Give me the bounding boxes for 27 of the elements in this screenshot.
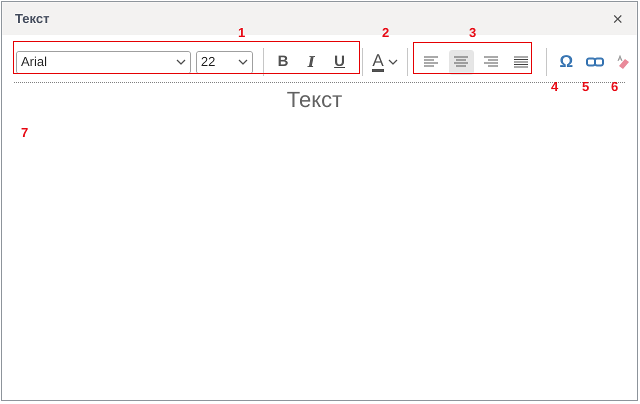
- annotation-number: 7: [21, 126, 28, 139]
- caret-icon: [176, 59, 186, 65]
- align-justify-icon: [513, 56, 530, 68]
- caret-icon: [238, 59, 248, 65]
- align-center-icon: [453, 56, 470, 68]
- italic-button[interactable]: I: [297, 48, 326, 76]
- window-title: Текст: [15, 10, 50, 28]
- font-color-button[interactable]: A: [368, 48, 402, 76]
- annotation-number: 5: [582, 80, 590, 93]
- font-size-select[interactable]: 22: [196, 50, 253, 74]
- close-button[interactable]: ×: [608, 10, 627, 28]
- align-center-button[interactable]: [448, 50, 474, 74]
- annotation-number: 3: [469, 26, 476, 39]
- align-left-icon: [423, 56, 440, 68]
- special-character-button[interactable]: Ω: [552, 48, 580, 76]
- link-icon: [586, 57, 604, 67]
- annotation-number: 6: [611, 80, 618, 93]
- annotation-number: 2: [382, 26, 390, 39]
- editor-text: Текст: [286, 89, 344, 111]
- underline-button[interactable]: U: [325, 48, 354, 76]
- caret-icon: [388, 59, 398, 65]
- eraser-icon: [614, 55, 631, 69]
- font-select[interactable]: Arial: [16, 50, 191, 74]
- annotation-number: 1: [238, 26, 246, 39]
- annotation-number: 4: [551, 80, 558, 93]
- align-right-icon: [483, 56, 500, 68]
- bold-button[interactable]: B: [268, 48, 298, 76]
